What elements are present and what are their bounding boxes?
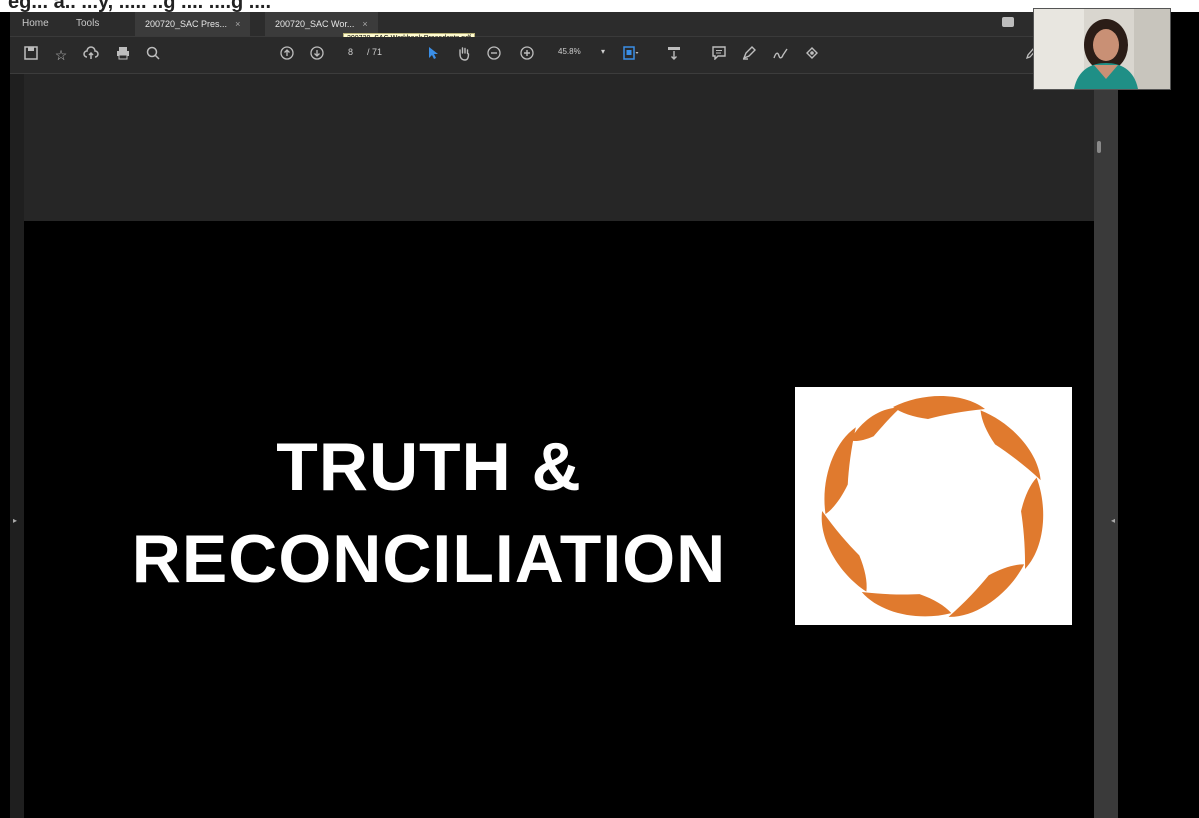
left-edge bbox=[0, 12, 10, 818]
zoom-out-icon[interactable] bbox=[485, 46, 503, 64]
slide-title: TRUTH & RECONCILIATION bbox=[79, 421, 779, 605]
next-page-icon[interactable] bbox=[308, 46, 326, 64]
stamp-icon[interactable] bbox=[803, 46, 821, 64]
comment-icon[interactable] bbox=[1002, 17, 1014, 27]
tab-bar: Home Tools 200720_SAC Pres... × 200720_SA… bbox=[10, 12, 1118, 37]
chevron-down-icon[interactable]: ▾ bbox=[601, 47, 605, 56]
zoom-search-icon[interactable] bbox=[144, 46, 162, 64]
print-icon[interactable] bbox=[114, 46, 132, 64]
person-video-feed bbox=[1034, 9, 1170, 89]
pdf-viewer-window: Home Tools 200720_SAC Pres... × 200720_SA… bbox=[10, 12, 1118, 818]
page-display-icon[interactable] bbox=[622, 46, 640, 64]
close-icon[interactable]: × bbox=[235, 19, 240, 29]
cloud-upload-icon[interactable] bbox=[82, 46, 100, 64]
slide-title-line-1: TRUTH & bbox=[276, 429, 582, 505]
comment-icon[interactable] bbox=[710, 46, 728, 64]
tab-home[interactable]: Home bbox=[22, 12, 49, 36]
zoom-in-icon[interactable] bbox=[518, 46, 536, 64]
previous-page-icon[interactable] bbox=[278, 46, 296, 64]
select-cursor-icon[interactable] bbox=[424, 46, 442, 64]
star-icon[interactable]: ☆ bbox=[52, 46, 70, 64]
zoom-level-select[interactable]: 45.8% bbox=[558, 47, 581, 56]
draw-sign-icon[interactable] bbox=[772, 46, 790, 64]
slide-title-line-2: RECONCILIATION bbox=[131, 521, 727, 597]
right-panel-toggle-icon[interactable]: ◂ bbox=[1111, 516, 1115, 525]
slide-page: TRUTH & RECONCILIATION bbox=[24, 221, 1094, 818]
tab-tools[interactable]: Tools bbox=[76, 12, 99, 36]
close-icon[interactable]: × bbox=[362, 19, 367, 29]
tab-document-2-label: 200720_SAC Wor... bbox=[275, 19, 355, 29]
scroll-mode-icon[interactable] bbox=[665, 46, 683, 64]
left-panel-toggle-icon[interactable]: ▸ bbox=[13, 516, 17, 525]
flame-ring-graphic bbox=[821, 395, 1044, 617]
page-number-input[interactable]: 8 bbox=[348, 47, 353, 57]
webcam-video-thumbnail bbox=[1033, 8, 1171, 90]
tab-document-1-label: 200720_SAC Pres... bbox=[145, 19, 228, 29]
toolbar: ☆ 8 / 71 45.8% ▾ bbox=[10, 37, 1118, 74]
vertical-scrollbar[interactable] bbox=[1094, 74, 1118, 818]
flame-circle-logo bbox=[795, 387, 1072, 625]
tab-document-1[interactable]: 200720_SAC Pres... × bbox=[135, 12, 251, 36]
page-total: / 71 bbox=[367, 47, 383, 57]
highlight-pen-icon[interactable] bbox=[740, 46, 758, 64]
hand-tool-icon[interactable] bbox=[455, 46, 473, 64]
save-icon[interactable] bbox=[22, 46, 40, 64]
scrollbar-thumb[interactable] bbox=[1097, 141, 1101, 153]
right-black-area bbox=[1118, 12, 1199, 818]
